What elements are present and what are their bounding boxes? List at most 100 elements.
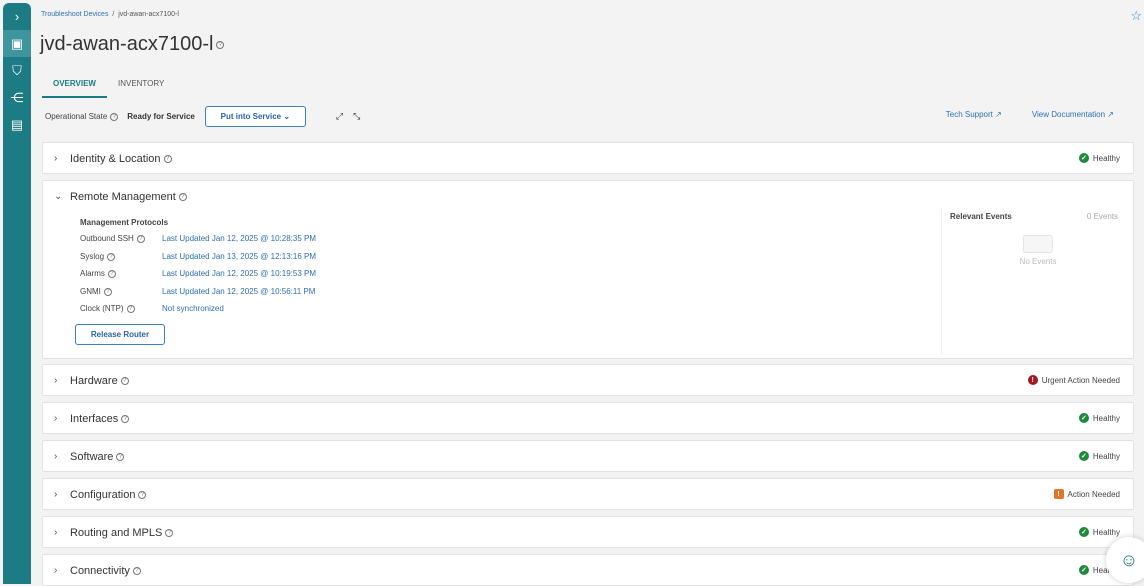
help-icon[interactable]: ? (121, 414, 130, 423)
action-status-icon: ! (1053, 489, 1064, 499)
healthy-status-icon: ✓ (1078, 413, 1089, 423)
view-documentation-link[interactable]: View Documentation ↗ (1032, 110, 1114, 119)
help-icon[interactable]: ? (120, 376, 129, 385)
shield-icon[interactable]: ⛉ (3, 57, 31, 84)
healthy-status-icon: ✓ (1078, 527, 1089, 537)
section-connectivity: › Connectivity? ✓ Healthy (42, 554, 1134, 586)
put-into-service-button[interactable]: Put into Service ⌄ (204, 106, 306, 127)
help-icon[interactable]: ? (178, 192, 187, 201)
release-router-button[interactable]: Release Router (75, 323, 165, 345)
section-title: Identity & Location (70, 152, 161, 165)
status-text: Healthy (1092, 451, 1120, 461)
monitor-icon[interactable]: ▣ (3, 30, 31, 57)
section-header[interactable]: › Connectivity? (43, 555, 1133, 586)
relevant-events-title: Relevant Events (950, 212, 1012, 221)
tech-support-label: Tech Support (945, 110, 993, 119)
section-title: Software (70, 450, 114, 463)
sidebar: › ▣ ⛉ ⋲ ▤ (3, 3, 31, 584)
protocol-name: GNMI (80, 286, 101, 296)
section-title: Connectivity (70, 564, 130, 577)
chevron-right-icon: › (54, 413, 58, 424)
protocol-name: Outbound SSH (80, 234, 134, 244)
status-text: Action Needed (1067, 489, 1120, 499)
help-icon[interactable]: ? (103, 287, 112, 296)
put-into-service-label: Put into Service (220, 112, 282, 121)
section-identity-location: › Identity & Location? ✓ Healthy (42, 142, 1134, 174)
status-text: Healthy (1092, 413, 1120, 423)
section-header[interactable]: › Routing and MPLS? (43, 517, 1133, 548)
release-router-label: Release Router (90, 329, 150, 339)
document-icon[interactable]: ▤ (3, 111, 31, 138)
topology-icon[interactable]: ⋲ (3, 84, 31, 111)
operational-state-value: Ready for Service (127, 112, 195, 121)
status-badge: ✓ Healthy (1078, 451, 1120, 461)
section-configuration: › Configuration?! Action Needed (42, 478, 1134, 510)
management-protocols-heading: Management Protocols (80, 218, 169, 227)
chevron-right-icon: › (54, 489, 58, 500)
star-icon[interactable]: ☆ (1130, 8, 1142, 24)
status-text: Healthy (1092, 527, 1120, 537)
relevant-events-panel: Relevant Events 0 Events No Events (941, 209, 1134, 354)
section-interfaces: › Interfaces? ✓ Healthy (42, 402, 1134, 434)
chevron-right-icon: › (54, 375, 58, 386)
tab-overview[interactable]: OVERVIEW (42, 76, 107, 98)
help-icon[interactable]: ? (110, 112, 119, 121)
section-header[interactable]: › Interfaces? (43, 403, 1133, 434)
protocol-status-link[interactable]: Last Updated Jan 13, 2025 @ 12:13:16 PM (162, 252, 316, 261)
protocol-name: Alarms (80, 269, 105, 279)
status-badge: ! Action Needed (1053, 489, 1120, 499)
operational-state-label: Operational State (45, 112, 108, 121)
external-link-icon: ↗ (995, 110, 1002, 119)
expand-all-icon[interactable]: ⤢ (336, 111, 343, 122)
section-routing-and-mpls: › Routing and MPLS? ✓ Healthy (42, 516, 1134, 548)
protocol-status-link[interactable]: Last Updated Jan 12, 2025 @ 10:56:11 PM (162, 287, 315, 296)
help-icon[interactable]: ? (126, 305, 135, 314)
section-hardware: › Hardware? ! Urgent Action Needed (42, 364, 1134, 396)
healthy-status-icon: ✓ (1078, 565, 1089, 575)
section-header[interactable]: › Configuration? (43, 479, 1133, 510)
section-header[interactable]: › Software? (43, 441, 1133, 472)
section-header[interactable]: ⌄ Remote Management? (43, 181, 1133, 212)
section-header[interactable]: › Hardware? (43, 365, 1133, 396)
chevron-right-icon: › (54, 565, 58, 576)
view-documentation-label: View Documentation (1031, 110, 1106, 119)
external-link-icon: ↗ (1107, 110, 1114, 119)
expand-icon[interactable]: › (3, 3, 31, 30)
help-icon[interactable]: ? (107, 252, 116, 261)
help-icon[interactable]: ? (163, 154, 172, 163)
protocol-row: Clock (NTP)? Not synchronized (80, 300, 316, 318)
breadcrumb-parent[interactable]: Troubleshoot Devices (41, 11, 108, 18)
help-icon[interactable]: ? (138, 490, 147, 499)
status-badge: ! Urgent Action Needed (1027, 375, 1120, 385)
protocol-name: Clock (NTP) (80, 304, 124, 314)
status-badge: ✓ Healthy (1078, 413, 1120, 423)
events-count: 0 Events (1086, 212, 1118, 221)
tab-inventory[interactable]: INVENTORY (107, 76, 175, 98)
help-icon[interactable]: ? (165, 528, 174, 537)
section-title: Remote Management (70, 190, 176, 203)
section-title: Interfaces (70, 412, 119, 425)
protocol-status-link[interactable]: Not synchronized (162, 304, 224, 313)
help-icon[interactable]: ? (116, 452, 125, 461)
protocol-name: Syslog (80, 251, 105, 261)
protocol-row: Outbound SSH? Last Updated Jan 12, 2025 @… (80, 230, 316, 248)
help-icon[interactable]: ? (136, 235, 145, 244)
protocol-status-link[interactable]: Last Updated Jan 12, 2025 @ 10:28:35 PM (162, 234, 316, 243)
protocol-row: GNMI? Last Updated Jan 12, 2025 @ 10:56:1… (80, 283, 316, 301)
urgent-status-icon: ! (1027, 375, 1038, 385)
section-header[interactable]: › Identity & Location? (43, 143, 1133, 174)
chat-icon[interactable]: ☺ (1106, 537, 1144, 583)
status-badge: ✓ Healthy (1078, 153, 1120, 163)
protocol-status-link[interactable]: Last Updated Jan 12, 2025 @ 10:19:53 PM (162, 269, 316, 278)
chevron-right-icon: › (54, 527, 58, 538)
breadcrumb: Troubleshoot Devices / jvd-awan-acx7100-… (41, 11, 179, 18)
help-icon[interactable]: ? (132, 566, 141, 575)
protocol-row: Alarms? Last Updated Jan 12, 2025 @ 10:19… (80, 265, 316, 283)
tech-support-link[interactable]: Tech Support ↗ (946, 110, 1002, 119)
help-icon[interactable]: ? (216, 40, 225, 49)
healthy-status-icon: ✓ (1078, 153, 1089, 163)
section-title: Hardware (70, 374, 118, 387)
help-icon[interactable]: ? (107, 270, 116, 279)
empty-inbox-icon (1023, 235, 1053, 253)
collapse-all-icon[interactable]: ⤡ (353, 111, 360, 122)
